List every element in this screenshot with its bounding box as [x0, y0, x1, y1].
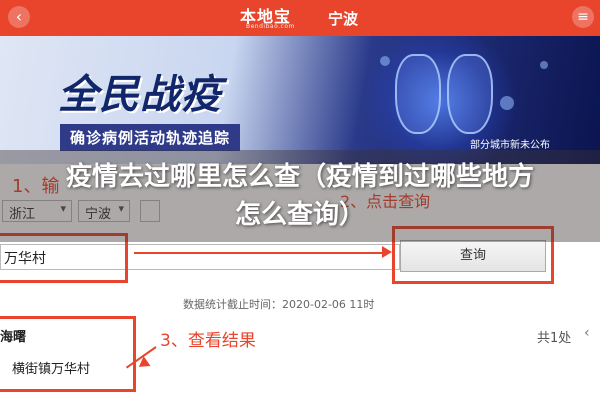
page-title: 疫情去过哪里怎么查（疫情到过哪些地方怎么查询）	[65, 162, 534, 230]
annotation-arrow	[134, 252, 384, 254]
stats-timestamp: 数据统计截止时间：2020-02-06 11时	[183, 298, 375, 311]
chevron-left-icon: ‹	[15, 7, 23, 26]
banner-headline: 全民战疫	[58, 72, 222, 118]
menu-button[interactable]: ≡	[572, 6, 594, 28]
campaign-banner: 全民战疫 确诊病例活动轨迹追踪 部分城市新未公布	[0, 36, 600, 164]
virus-particle	[540, 61, 548, 69]
chevron-left-icon[interactable]: ‹	[584, 325, 590, 341]
lung-illustration-right	[447, 54, 493, 134]
annotation-arrow-head	[382, 246, 392, 258]
banner-tagline: 确诊病例活动轨迹追踪	[60, 124, 241, 151]
lung-illustration-left	[395, 54, 441, 134]
menu-icon: ≡	[577, 9, 589, 25]
banner-announcement: 部分城市新未公布	[470, 140, 550, 151]
virus-particle	[500, 96, 514, 110]
result-count: 共1处	[537, 331, 572, 346]
top-bar: ‹ 本地宝 Bendibao.com 宁波 ≡	[0, 0, 600, 36]
highlight-box-result	[0, 316, 136, 392]
city-selector[interactable]: 宁波	[328, 8, 358, 29]
back-button[interactable]: ‹	[8, 6, 30, 28]
site-logo-subtitle: Bendibao.com	[246, 23, 295, 30]
step-3-label: 3、查看结果	[160, 331, 256, 351]
virus-particle	[380, 56, 390, 66]
